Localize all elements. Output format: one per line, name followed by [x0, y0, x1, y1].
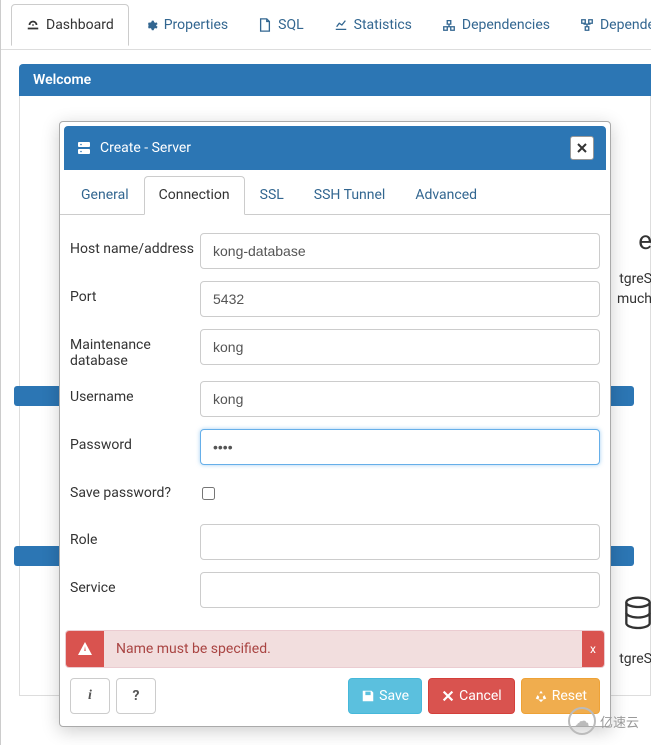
- help-icon: ?: [133, 688, 140, 704]
- tab-connection[interactable]: Connection: [144, 176, 245, 215]
- tab-advanced[interactable]: Advanced: [400, 176, 492, 214]
- tab-label: Advanced: [415, 187, 477, 203]
- tab-general[interactable]: General: [66, 176, 144, 214]
- dependent-icon: [580, 18, 594, 32]
- row-service: Service: [70, 562, 600, 610]
- gear-icon: [144, 18, 158, 32]
- dialog-footer: i ? Save Cancel Reset: [60, 670, 610, 726]
- role-label: Role: [70, 524, 200, 548]
- dialog-body: Host name/address Port Maintenance datab…: [60, 215, 610, 624]
- button-label: Cancel: [459, 688, 502, 704]
- row-maintenance-db: Maintenance database: [70, 319, 600, 371]
- create-server-dialog: Create - Server General Connection SSL S…: [59, 121, 611, 727]
- host-label: Host name/address: [70, 233, 200, 257]
- tab-label: Dashboard: [46, 17, 114, 33]
- save-icon: [361, 689, 375, 703]
- tab-dependencies[interactable]: Dependencies: [427, 4, 565, 46]
- bg-text: e: [638, 226, 651, 256]
- port-input[interactable]: [200, 281, 600, 317]
- top-tab-bar: Dashboard Properties SQL Statistics Depe…: [1, 0, 651, 50]
- chart-icon: [334, 18, 348, 32]
- close-x: x: [590, 642, 596, 656]
- tab-ssl[interactable]: SSL: [245, 176, 299, 214]
- error-message: Name must be specified.: [104, 631, 582, 667]
- error-close-button[interactable]: x: [582, 631, 604, 667]
- close-button[interactable]: [570, 136, 594, 160]
- maintdb-input[interactable]: [200, 329, 600, 365]
- row-save-password: Save password?: [70, 467, 600, 506]
- row-hostname: Host name/address: [70, 223, 600, 271]
- savepw-checkbox[interactable]: [202, 487, 215, 500]
- dashboard-icon: [26, 18, 40, 32]
- tab-statistics[interactable]: Statistics: [319, 4, 427, 46]
- button-label: Reset: [552, 688, 587, 704]
- tab-properties[interactable]: Properties: [129, 4, 243, 46]
- help-button[interactable]: ?: [116, 678, 156, 714]
- welcome-title: Welcome: [33, 72, 91, 88]
- row-port: Port: [70, 271, 600, 319]
- save-button[interactable]: Save: [348, 678, 422, 714]
- tab-label: General: [81, 187, 129, 203]
- info-icon: i: [88, 688, 92, 704]
- tab-label: Dependents: [600, 17, 651, 33]
- port-label: Port: [70, 281, 200, 305]
- tab-label: Dependencies: [462, 17, 550, 33]
- button-label: Save: [379, 688, 409, 704]
- dialog-title: Create - Server: [100, 140, 191, 156]
- tab-label: SQL: [278, 17, 303, 33]
- savepw-label: Save password?: [70, 477, 200, 501]
- service-label: Service: [70, 572, 200, 596]
- bg-text: tgreS: [619, 271, 651, 287]
- service-input[interactable]: [200, 572, 600, 608]
- db-icon: [624, 596, 651, 632]
- recycle-icon: [534, 689, 548, 703]
- maintdb-label: Maintenance database: [70, 329, 200, 369]
- password-input[interactable]: [200, 429, 600, 465]
- role-input[interactable]: [200, 524, 600, 560]
- welcome-header: Welcome: [19, 64, 651, 96]
- cloud-icon: ☁: [568, 707, 596, 735]
- tab-label: SSH Tunnel: [314, 187, 386, 203]
- dependency-icon: [442, 18, 456, 32]
- cancel-icon: [441, 689, 455, 703]
- server-icon: [76, 140, 92, 156]
- username-label: Username: [70, 381, 200, 405]
- row-username: Username: [70, 371, 600, 419]
- username-input[interactable]: [200, 381, 600, 417]
- bg-text: tgreS: [619, 651, 651, 667]
- password-label: Password: [70, 429, 200, 453]
- cancel-button[interactable]: Cancel: [428, 678, 515, 714]
- tab-label: Statistics: [354, 17, 412, 33]
- tab-label: Connection: [159, 187, 230, 203]
- watermark-text: 亿速云: [600, 712, 639, 731]
- error-alert: Name must be specified. x: [65, 630, 605, 668]
- tab-dependents[interactable]: Dependents: [565, 4, 651, 46]
- watermark: ☁ 亿速云: [568, 707, 639, 735]
- tab-dashboard[interactable]: Dashboard: [11, 4, 129, 46]
- host-input[interactable]: [200, 233, 600, 269]
- dialog-header: Create - Server: [64, 126, 606, 170]
- file-icon: [258, 18, 272, 32]
- row-role: Role: [70, 506, 600, 562]
- warning-icon: [66, 631, 104, 667]
- tab-label: Properties: [164, 17, 228, 33]
- row-password: Password: [70, 419, 600, 467]
- dialog-tab-bar: General Connection SSL SSH Tunnel Advanc…: [60, 176, 610, 215]
- bg-text: much: [617, 291, 651, 307]
- tab-sql[interactable]: SQL: [243, 4, 318, 46]
- tab-label: SSL: [260, 187, 284, 203]
- close-icon: [577, 143, 587, 153]
- info-button[interactable]: i: [70, 678, 110, 714]
- tab-ssh-tunnel[interactable]: SSH Tunnel: [299, 176, 401, 214]
